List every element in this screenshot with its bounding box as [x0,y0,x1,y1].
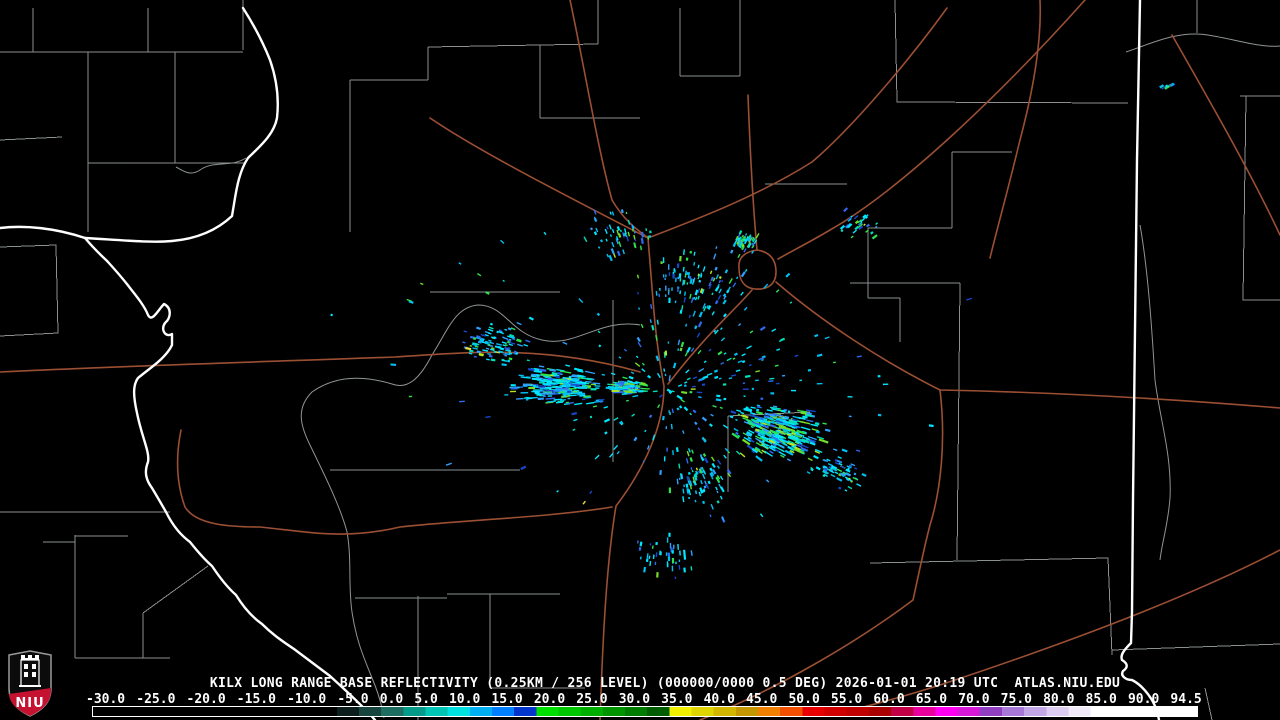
state-border-and-rivers [0,0,1161,720]
colorbar-tick: 85.0 [1085,692,1117,707]
colorbar-tick: 80.0 [1043,692,1075,707]
colorbar-tick: 94.5 [1170,692,1202,707]
colorbar-tick: 20.0 [533,692,566,707]
colorbar-tick: -20.0 [186,692,226,707]
niu-logo: NIU [8,650,52,717]
colorbar-ticks: -30.0 -25.0 -20.0 -15.0 -10.0 -5.0 0.0 5.0 10.0 1… [86,693,1202,706]
product-title: KILX LONG RANGE BASE REFLECTIVITY (0.25K… [209,676,1121,691]
colorbar-tick: 15.0 [491,692,523,707]
colorbar-tick: -15.0 [236,692,276,707]
colorbar-tick: -25.0 [136,692,176,707]
illinois-river [83,6,279,243]
colorbar-tick: 60.0 [873,692,905,707]
colorbar-tick: 0.0 [379,692,404,707]
colorbar-tick: 45.0 [746,692,778,707]
colorbar-gradient [92,706,1198,717]
colorbar-tick: 40.0 [703,692,735,707]
colorbar-tick: 30.0 [618,692,651,707]
colorbar-tick: 35.0 [661,692,693,707]
colorbar-tick: -30.0 [86,692,126,707]
colorbar-tick: 65.0 [915,692,948,707]
niu-logo-text: NIU [15,696,44,711]
colorbar-tick: -10.0 [287,692,327,707]
radar-map [0,0,1280,720]
mississippi-river [0,225,87,240]
colorbar-tick: 5.0 [414,692,438,707]
colorbar-tick: -5.0 [337,692,369,707]
colorbar-tick: 55.0 [830,692,863,707]
colorbar-tick: 75.0 [1000,692,1032,707]
colorbar-tick: 10.0 [448,692,481,707]
radar-echoes [330,82,1176,580]
illinois-river-lower [83,236,377,720]
roads [0,0,1280,720]
county-borders [0,0,1280,720]
colorbar-tick: 25.0 [576,692,608,707]
colorbar-tick: 70.0 [958,692,990,707]
colorbar-tick: 90.0 [1127,692,1160,707]
radar-viewer: KILX LONG RANGE BASE REFLECTIVITY (0.25K… [0,0,1280,720]
colorbar-tick: 50.0 [788,692,820,707]
minor-rivers [175,33,1280,719]
